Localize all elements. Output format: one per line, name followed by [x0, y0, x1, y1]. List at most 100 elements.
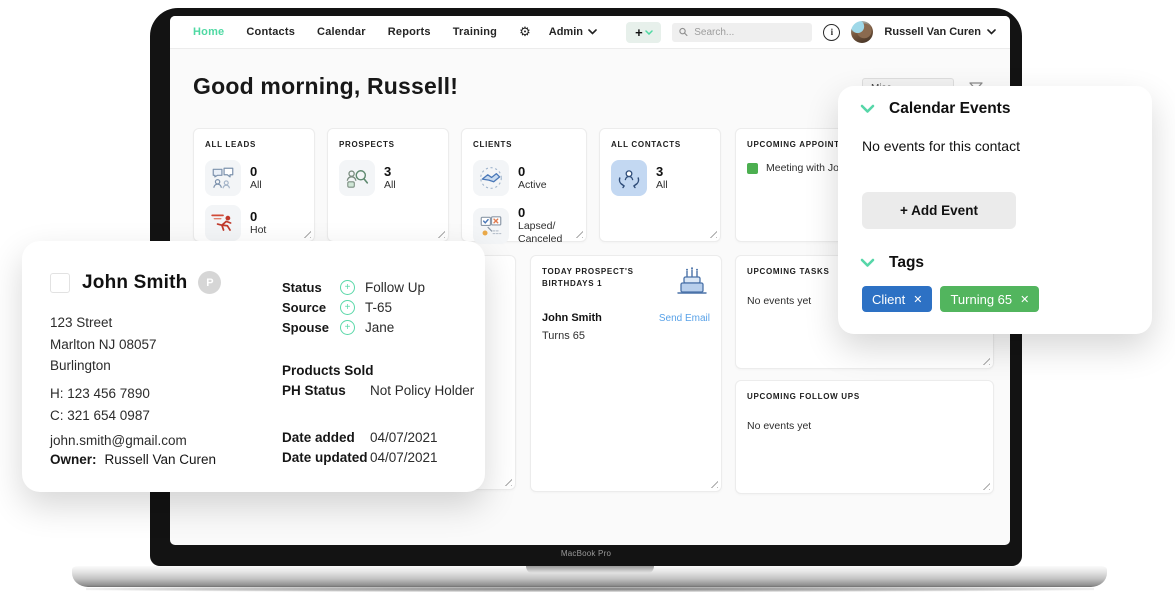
user-menu[interactable]: Russell Van Curen — [884, 26, 996, 38]
user-name: Russell Van Curen — [884, 26, 981, 38]
add-field-icon[interactable]: + — [340, 300, 355, 315]
add-field-icon[interactable]: + — [340, 320, 355, 335]
card-title: UPCOMING FOLLOW UPS — [747, 391, 982, 403]
date-updated-value: 04/07/2021 — [370, 450, 438, 465]
lapsed-canceled-icon — [473, 208, 509, 244]
date-added-row: Date added 04/07/2021 — [282, 430, 438, 445]
plus-icon: + — [635, 26, 643, 39]
laptop-base — [72, 566, 1107, 587]
section-title: Tags — [889, 254, 924, 272]
phone-home: H: 123 456 7890 — [50, 383, 150, 405]
card-title: ALL CONTACTS — [611, 139, 709, 151]
stat-value: 0 — [250, 209, 266, 224]
appointment-text: Meeting with Joh — [766, 162, 845, 174]
date-added-value: 04/07/2021 — [370, 430, 438, 445]
chevron-down-icon — [588, 29, 597, 35]
date-updated-label: Date updated — [282, 450, 370, 465]
resize-handle[interactable] — [437, 230, 445, 238]
search-icon — [679, 27, 688, 37]
resize-handle[interactable] — [982, 482, 990, 490]
card-title: CLIENTS — [473, 139, 575, 151]
chevron-down-icon — [860, 258, 875, 268]
birthday-detail: Turns 65 — [542, 330, 710, 342]
stat-label: All — [384, 179, 396, 192]
stat-label: Active — [518, 179, 547, 192]
add-event-button[interactable]: + Add Event — [862, 192, 1016, 229]
date-added-label: Date added — [282, 430, 370, 445]
nav-item-admin[interactable]: Admin — [549, 26, 597, 38]
resize-handle[interactable] — [982, 357, 990, 365]
ph-status-row: PH Status Not Policy Holder — [282, 383, 474, 398]
stat-value: 0 — [518, 164, 547, 179]
date-updated-row: Date updated 04/07/2021 — [282, 450, 438, 465]
birthday-contact-name[interactable]: John Smith — [542, 312, 602, 324]
remove-tag-icon[interactable]: ✕ — [913, 293, 922, 306]
stat-label: Hot — [250, 224, 266, 237]
stat-card-clients: CLIENTS 0 Active 0 Lapsed/ Canceled — [461, 128, 587, 242]
stat-value: 3 — [384, 164, 396, 179]
event-color-swatch — [747, 163, 758, 174]
tags-header[interactable]: Tags — [860, 254, 924, 272]
tag-label: Turning 65 — [950, 292, 1012, 307]
tag-chip-client[interactable]: Client ✕ — [862, 286, 932, 312]
stat-card-prospects: PROSPECTS 3 All — [327, 128, 449, 242]
user-avatar[interactable] — [851, 21, 873, 43]
address-line: Burlington — [50, 355, 157, 377]
resize-handle[interactable] — [504, 478, 512, 486]
nav-item-training[interactable]: Training — [453, 26, 497, 38]
card-upcoming-followups: UPCOMING FOLLOW UPS No events yet — [735, 380, 994, 494]
address-line: 123 Street — [50, 312, 157, 334]
calendar-events-header[interactable]: Calendar Events — [860, 100, 1010, 118]
contact-card-popover: John Smith P 123 Street Marlton NJ 08057… — [22, 241, 485, 492]
card-birthdays: TODAY PROSPECT'S BIRTHDAYS 1 John Smith … — [530, 255, 722, 492]
no-events-text: No events for this contact — [862, 138, 1020, 154]
birthday-cake-icon — [674, 266, 710, 296]
hot-lead-icon — [205, 205, 241, 241]
nav-item-home[interactable]: Home — [193, 26, 224, 38]
prospect-badge: P — [198, 271, 221, 294]
field-value: Follow Up — [365, 280, 425, 295]
info-icon[interactable]: i — [823, 24, 840, 41]
address-line: Marlton NJ 08057 — [50, 334, 157, 356]
quick-add-button[interactable]: + — [626, 22, 661, 43]
page: MacBook Pro Home Contacts Calendar Repor… — [0, 0, 1175, 594]
tag-label: Client — [872, 292, 905, 307]
contact-checkbox[interactable] — [50, 273, 70, 293]
add-field-icon[interactable]: + — [340, 280, 355, 295]
calendar-events-popover: Calendar Events No events for this conta… — [838, 86, 1152, 334]
stat-card-all-contacts: ALL CONTACTS 3 All — [599, 128, 721, 242]
resize-handle[interactable] — [709, 230, 717, 238]
settings-gears-icon[interactable]: ⚙ — [519, 26, 531, 39]
empty-state-text: No events yet — [747, 420, 982, 432]
clients-icon — [473, 160, 509, 196]
stat-value: 3 — [656, 164, 668, 179]
resize-handle[interactable] — [575, 230, 583, 238]
field-label: Spouse — [282, 320, 340, 335]
section-title: Calendar Events — [889, 100, 1010, 118]
resize-handle[interactable] — [710, 480, 718, 488]
remove-tag-icon[interactable]: ✕ — [1020, 293, 1029, 306]
prospects-icon — [339, 160, 375, 196]
search-input[interactable] — [694, 27, 805, 38]
contacts-icon — [611, 160, 647, 196]
card-title: PROSPECTS — [339, 139, 437, 151]
chevron-down-icon — [645, 30, 653, 35]
field-row-spouse: Spouse + Jane — [282, 317, 425, 337]
stat-card-all-leads: ALL LEADS 0 All 0 Hot — [193, 128, 315, 242]
admin-label: Admin — [549, 26, 583, 38]
send-email-link[interactable]: Send Email — [659, 313, 710, 324]
field-value: T-65 — [365, 300, 392, 315]
nav-item-reports[interactable]: Reports — [388, 26, 431, 38]
tag-chip-turning-65[interactable]: Turning 65 ✕ — [940, 286, 1039, 312]
nav-item-calendar[interactable]: Calendar — [317, 26, 366, 38]
phone-cell: C: 321 654 0987 — [50, 405, 150, 427]
ph-status-value: Not Policy Holder — [370, 383, 474, 398]
stat-label: All — [656, 179, 668, 192]
device-label: MacBook Pro — [150, 549, 1022, 558]
nav-item-contacts[interactable]: Contacts — [246, 26, 295, 38]
chevron-down-icon — [987, 29, 996, 35]
contact-name: John Smith — [82, 272, 187, 294]
resize-handle[interactable] — [303, 230, 311, 238]
chevron-down-icon — [860, 104, 875, 114]
card-title: ALL LEADS — [205, 139, 303, 151]
